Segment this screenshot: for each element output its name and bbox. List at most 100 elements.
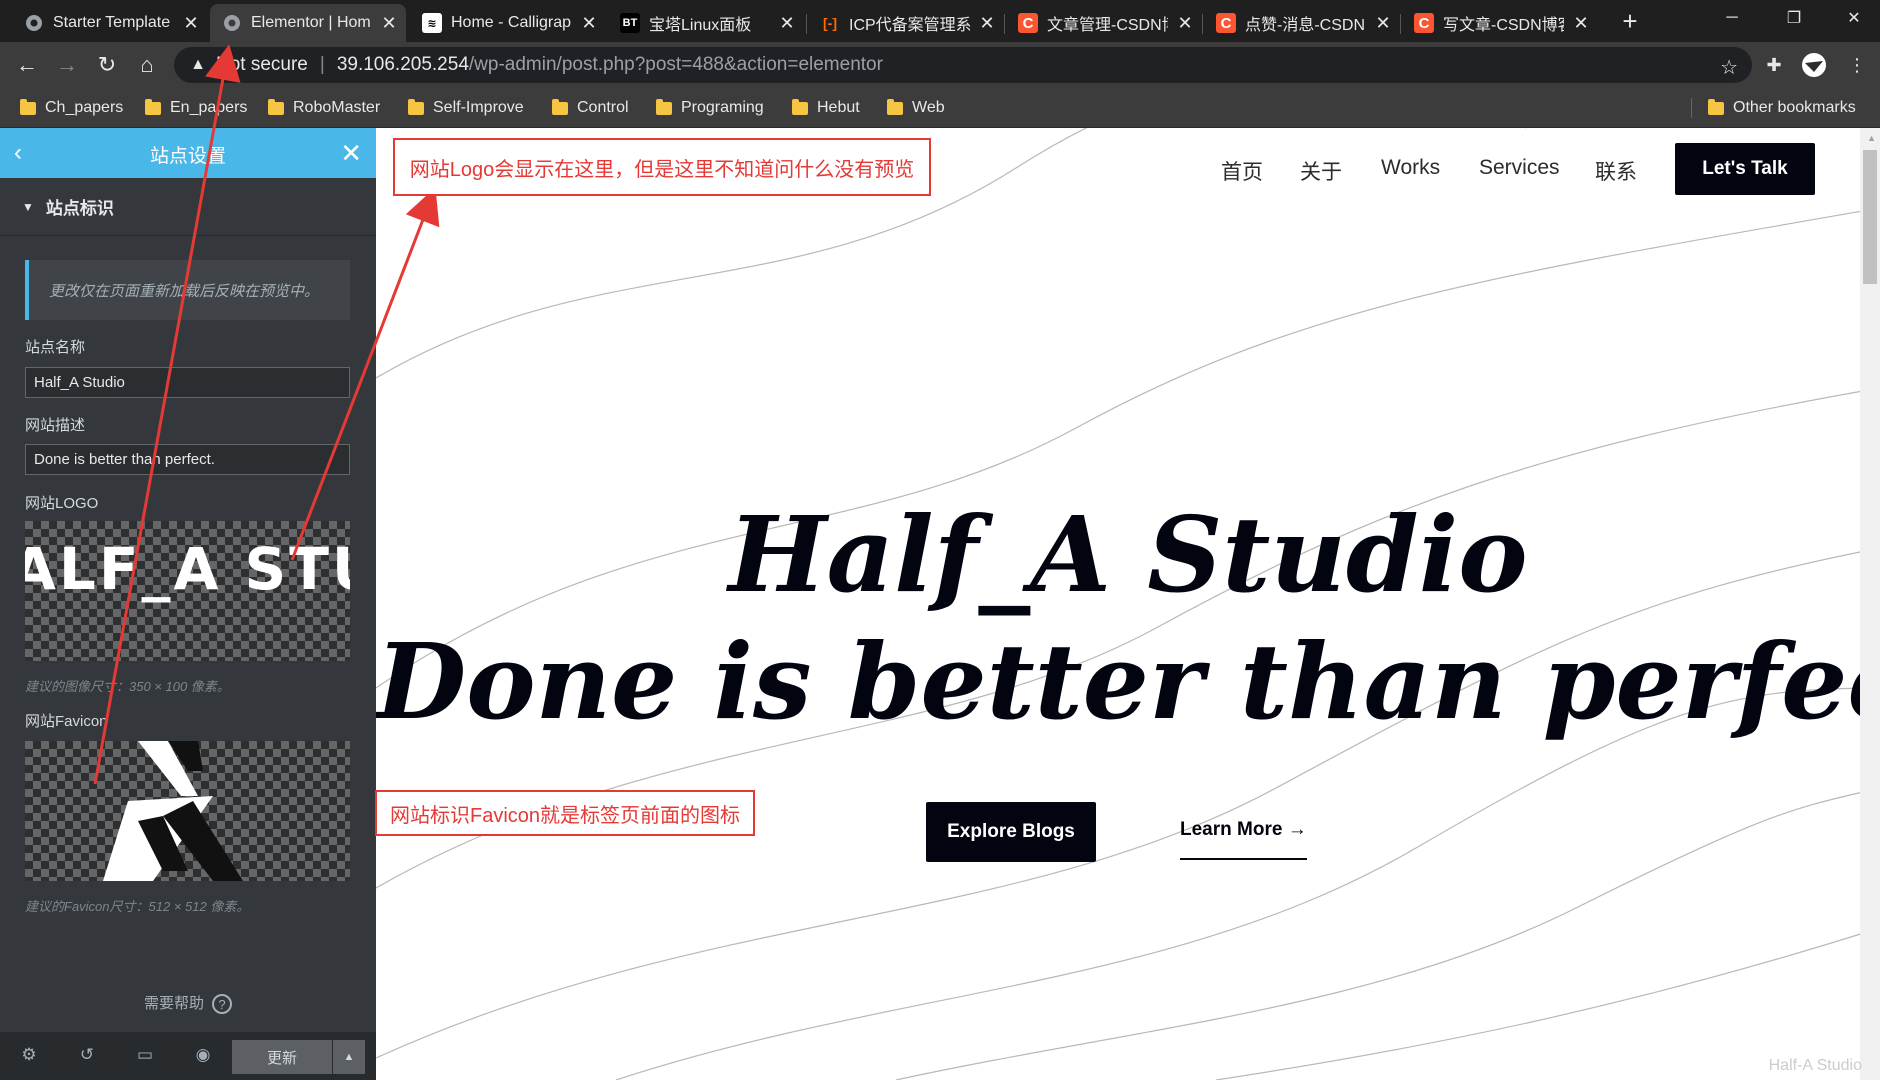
home-icon[interactable]: ⌂ — [132, 50, 162, 80]
bookmark-label: Self-Improve — [433, 99, 524, 116]
site-name-input[interactable]: Half_A Studio — [25, 367, 350, 398]
page-icon: ≋ — [422, 13, 442, 33]
description-label: 网站描述 — [25, 417, 86, 434]
responsive-monitor-icon[interactable]: ▭ — [134, 1045, 156, 1067]
tab-title: 宝塔Linux面板 — [649, 17, 752, 34]
need-help-link[interactable]: 需要帮助? — [0, 992, 376, 1015]
close-icon[interactable]: ✕ — [340, 138, 362, 169]
reload-notice: 更改仅在页面重新加载后反映在预览中。 — [25, 260, 350, 320]
favicon-upload[interactable] — [25, 741, 350, 881]
close-icon[interactable]: ✕ — [580, 14, 598, 32]
nav-works[interactable]: Works — [1381, 156, 1440, 180]
logo-upload[interactable]: ALF_A STUD — [25, 521, 350, 661]
extensions-puzzle-icon[interactable]: ✚ — [1761, 52, 1787, 78]
tab-bt-panel[interactable]: BT 宝塔Linux面板 ✕ — [608, 4, 804, 42]
scrollbar[interactable]: ▲ — [1860, 128, 1880, 1080]
explore-blogs-button[interactable]: Explore Blogs — [926, 802, 1096, 862]
globe-icon — [222, 13, 242, 33]
favicon-preview-image — [103, 741, 243, 881]
tab-title: Starter Template — [53, 14, 171, 31]
bookmark-label: RoboMaster — [293, 99, 381, 116]
folder-icon — [408, 98, 424, 115]
minimize-button[interactable]: ─ — [1704, 0, 1760, 36]
bookmark-star-icon[interactable]: ☆ — [1720, 55, 1738, 80]
lets-talk-button[interactable]: Let's Talk — [1675, 143, 1815, 195]
panel-footer: ⚙ ↺ ▭ ◉ 更新 ▲ — [0, 1032, 376, 1080]
panel-title: 站点设置 — [149, 146, 226, 167]
tab-csdn-write[interactable]: C 写文章-CSDN博客 ✕ — [1402, 4, 1598, 42]
bookmark-folder[interactable]: Control — [552, 97, 629, 119]
security-label[interactable]: Not secure — [216, 54, 308, 76]
settings-gear-icon[interactable]: ⚙ — [18, 1045, 40, 1067]
back-arrow-icon[interactable]: ← — [12, 50, 42, 80]
address-bar[interactable]: ▲ Not secure | 39.106.205.254/wp-admin/p… — [174, 47, 1752, 83]
nav-home[interactable]: 首页 — [1221, 156, 1263, 186]
close-icon[interactable]: ✕ — [1176, 14, 1194, 32]
tab-icp[interactable]: [-] ICP代备案管理系 ✕ — [808, 4, 1004, 42]
new-tab-button[interactable]: + — [1617, 8, 1643, 35]
menu-dots-icon[interactable]: ⋮ — [1844, 52, 1870, 78]
section-title: 站点标识 — [45, 199, 114, 218]
tab-elementor[interactable]: Elementor | Hom ✕ — [210, 4, 406, 42]
nav-services[interactable]: Services — [1479, 156, 1560, 180]
history-icon[interactable]: ↺ — [76, 1045, 98, 1067]
folder-icon — [656, 98, 672, 115]
bookmark-folder[interactable]: Hebut — [792, 97, 860, 119]
close-icon[interactable]: ✕ — [1374, 14, 1392, 32]
warning-icon[interactable]: ▲ — [186, 56, 210, 74]
close-icon[interactable]: ✕ — [1572, 14, 1590, 32]
tab-title: Home - Calligrap — [451, 14, 572, 31]
tab-csdn-likes[interactable]: C 点赞-消息-CSDN ✕ — [1204, 4, 1400, 42]
folder-icon — [552, 98, 568, 115]
help-text: 需要帮助 — [143, 995, 204, 1012]
hero-subtitle: Done is better than perfect — [376, 620, 1880, 743]
learn-more-link[interactable]: Learn More → — [1180, 819, 1307, 841]
forward-arrow-icon[interactable]: → — [52, 50, 82, 80]
tab-home-calligraphy[interactable]: ≋ Home - Calligrap ✕ — [410, 4, 606, 42]
bookmark-folder[interactable]: Web — [887, 97, 945, 119]
tab-csdn-articles[interactable]: C 文章管理-CSDN博 ✕ — [1006, 4, 1202, 42]
favicon-size-hint: 建议的Favicon尺寸：512 × 512 像素。 — [25, 899, 250, 914]
panel-header: ‹ 站点设置 ✕ — [0, 128, 376, 178]
tab-starter-template[interactable]: Starter Template ✕ — [12, 4, 208, 42]
scrollbar-thumb[interactable] — [1863, 150, 1877, 284]
caret-down-icon: ▼ — [22, 199, 34, 214]
favicon-label: 网站Favicon — [25, 713, 108, 730]
folder-icon — [20, 98, 36, 115]
tab-separator — [1004, 14, 1005, 34]
bookmark-separator — [1691, 98, 1692, 118]
folder-icon — [792, 98, 808, 115]
preview-eye-icon[interactable]: ◉ — [192, 1045, 214, 1067]
address-path: /wp-admin/post.php?post=488&action=eleme… — [468, 54, 883, 75]
section-header-site-identity[interactable]: ▼ 站点标识 — [0, 178, 376, 236]
nav-contact[interactable]: 联系 — [1595, 156, 1637, 186]
nav-about[interactable]: 关于 — [1300, 156, 1342, 186]
bookmark-folder[interactable]: RoboMaster — [268, 97, 380, 119]
folder-icon — [268, 98, 284, 115]
logo-size-hint: 建议的图像尺寸：350 × 100 像素。 — [25, 679, 230, 694]
maximize-button[interactable]: ❐ — [1766, 0, 1822, 36]
close-icon[interactable]: ✕ — [182, 14, 200, 32]
reload-icon[interactable]: ↻ — [92, 50, 122, 80]
update-button[interactable]: 更新 — [232, 1040, 332, 1074]
tab-title: ICP代备案管理系 — [849, 17, 970, 34]
bookmark-label: Control — [577, 99, 629, 116]
elementor-panel: ‹ 站点设置 ✕ ▼ 站点标识 更改仅在页面重新加载后反映在预览中。 站点名称 … — [0, 128, 376, 1080]
caret-up-icon[interactable]: ▲ — [333, 1040, 365, 1074]
other-bookmarks[interactable]: Other bookmarks — [1708, 97, 1856, 119]
description-input[interactable]: Done is better than perfect. — [25, 444, 350, 475]
bookmark-folder[interactable]: Ch_papers — [20, 97, 123, 119]
profile-avatar[interactable] — [1801, 52, 1827, 78]
bt-icon: BT — [620, 13, 640, 33]
window-close-button[interactable]: ✕ — [1826, 0, 1880, 36]
bookmark-folder[interactable]: Programing — [656, 97, 764, 119]
bookmark-label: Other bookmarks — [1733, 99, 1856, 116]
tab-separator — [1202, 14, 1203, 34]
scroll-up-icon[interactable]: ▲ — [1867, 133, 1876, 143]
close-icon[interactable]: ✕ — [778, 14, 796, 32]
bookmark-folder[interactable]: Self-Improve — [408, 97, 524, 119]
bookmark-folder[interactable]: En_papers — [145, 97, 247, 119]
close-icon[interactable]: ✕ — [380, 14, 398, 32]
tab-title: 文章管理-CSDN博 — [1047, 17, 1168, 34]
close-icon[interactable]: ✕ — [978, 14, 996, 32]
